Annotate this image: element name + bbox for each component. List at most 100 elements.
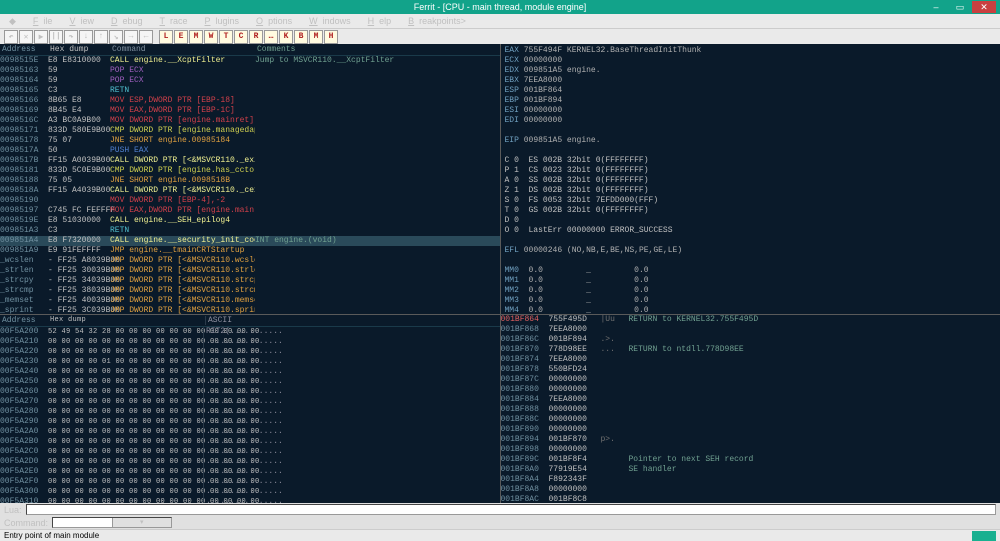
dump-row[interactable]: 00F5A20052 49 54 32 28 00 00 00 00 00 00… (0, 327, 500, 337)
toolbar-letter-…[interactable]: … (264, 30, 278, 44)
register-line[interactable] (505, 236, 997, 246)
dump-pane[interactable]: Address Hex dump ASCII 00F5A20052 49 54 … (0, 315, 500, 503)
stack-row[interactable]: 001BF870778D98EE...RETURN to ntdll.778D9… (501, 345, 1000, 355)
disasm-row[interactable]: _sprint- FF25 3C039B00JMP DWORD PTR [<&M… (0, 306, 500, 314)
stack-row[interactable]: 001BF894001BF870p>. (501, 435, 1000, 445)
disasm-row[interactable]: 0098518AFF15 A4039B00CALL DWORD PTR [<&M… (0, 186, 500, 196)
stack-row[interactable]: 001BF8A4F892343F (501, 475, 1000, 485)
disasm-row[interactable]: 00985171833D 580E9B00CMP DWORD PTR [engi… (0, 126, 500, 136)
menu-debug[interactable]: Debug (101, 15, 148, 27)
register-line[interactable]: C 0 ES 002B 32bit 0(FFFFFFFF) (505, 156, 997, 166)
toolbar-letter-e[interactable]: E (174, 30, 188, 44)
register-line[interactable]: EBX 7EEA8000 (505, 76, 997, 86)
stack-row[interactable]: 001BF86C001BF894.>. (501, 335, 1000, 345)
toolbar-letter-m[interactable]: M (309, 30, 323, 44)
stack-row[interactable]: 001BF8747EEA8000 (501, 355, 1000, 365)
register-line[interactable]: S 0 FS 0053 32bit 7EFDD000(FFF) (505, 196, 997, 206)
register-line[interactable]: P 1 CS 0023 32bit 0(FFFFFFFF) (505, 166, 997, 176)
dump-row[interactable]: 00F5A21000 00 00 00 00 00 00 00 00 00 00… (0, 337, 500, 347)
toolbar-btn[interactable]: ↑ (94, 30, 108, 44)
stack-pane[interactable]: 001BF864755F495D|UuRETURN to KERNEL32.75… (501, 315, 1000, 503)
dump-row[interactable]: 00F5A28000 00 00 00 00 00 00 00 00 00 00… (0, 407, 500, 417)
lua-input[interactable] (26, 504, 996, 515)
registers-pane[interactable]: EAX 755F494F KERNEL32.BaseThreadInitThun… (501, 44, 1000, 314)
toolbar-btn[interactable]: ▶ (34, 30, 48, 44)
menu-view[interactable]: View (59, 15, 99, 27)
dump-row[interactable]: 00F5A24000 00 00 00 00 00 00 00 00 00 00… (0, 367, 500, 377)
toolbar-letter-b[interactable]: B (294, 30, 308, 44)
close-button[interactable]: ✕ (972, 1, 996, 13)
disasm-row[interactable]: 0098516459POP ECX (0, 76, 500, 86)
disasm-row[interactable]: _strcmp- FF25 38039B00JMP DWORD PTR [<&M… (0, 286, 500, 296)
register-line[interactable] (505, 256, 997, 266)
stack-row[interactable]: 001BF8A077919E54SE handler (501, 465, 1000, 475)
toolbar-btn[interactable]: ↘ (109, 30, 123, 44)
register-line[interactable]: Z 1 DS 002B 32bit 0(FFFFFFFF) (505, 186, 997, 196)
dump-row[interactable]: 00F5A2F000 00 00 00 00 00 00 00 00 00 00… (0, 477, 500, 487)
register-line[interactable]: EDI 00000000 (505, 116, 997, 126)
disasm-row[interactable]: 0098517875 07JNE SHORT engine.00985184 (0, 136, 500, 146)
dump-row[interactable]: 00F5A31000 00 00 00 00 00 00 00 00 00 00… (0, 497, 500, 503)
disasm-row[interactable]: 009851668B65 E8MOV ESP,DWORD PTR [EBP-18… (0, 96, 500, 106)
register-line[interactable]: EDX 009851A5 engine. (505, 66, 997, 76)
toolbar-letter-c[interactable]: C (234, 30, 248, 44)
menu-trace[interactable]: Trace (150, 15, 193, 27)
register-line[interactable]: EFL 00000246 (NO,NB,E,BE,NS,PE,GE,LE) (505, 246, 997, 256)
toolbar-letter-t[interactable]: T (219, 30, 233, 44)
stack-row[interactable]: 001BF89800000000 (501, 445, 1000, 455)
disasm-row[interactable]: 009851A9E9 91FEFFFFJMP engine.__tmainCRT… (0, 246, 500, 256)
dump-row[interactable]: 00F5A26000 00 00 00 00 00 00 00 00 00 00… (0, 387, 500, 397)
register-line[interactable]: MM2 0.0 _ 0.0 (505, 286, 997, 296)
register-line[interactable]: T 0 GS 002B 32bit 0(FFFFFFFF) (505, 206, 997, 216)
toolbar-btn[interactable]: ✕ (19, 30, 33, 44)
disasm-row[interactable]: 0098519EE8 51030000CALL engine.__SEH_epi… (0, 216, 500, 226)
disasm-row[interactable]: _strcpy- FF25 34039B00JMP DWORD PTR [<&M… (0, 276, 500, 286)
dump-row[interactable]: 00F5A25000 00 00 00 00 00 00 00 00 00 00… (0, 377, 500, 387)
toolbar-letter-r[interactable]: R (249, 30, 263, 44)
minimize-button[interactable]: – (924, 1, 948, 13)
dump-row[interactable]: 00F5A2B000 00 00 00 00 00 00 00 00 00 00… (0, 437, 500, 447)
register-line[interactable]: MM4 0.0 _ 0.0 (505, 306, 997, 314)
disasm-row[interactable]: _wcslen- FF25 A8039B00JMP DWORD PTR [<&M… (0, 256, 500, 266)
menu-help[interactable]: Help (358, 15, 397, 27)
toolbar-btn[interactable]: ↓ (79, 30, 93, 44)
disasm-row[interactable]: 009851A3C3RETN (0, 226, 500, 236)
register-line[interactable] (505, 126, 997, 136)
disasm-row[interactable]: 0098517BFF15 A0039B00CALL DWORD PTR [<&M… (0, 156, 500, 166)
register-line[interactable]: EAX 755F494F KERNEL32.BaseThreadInitThun… (505, 46, 997, 56)
disassembly-pane[interactable]: Address Hex dump Command Comments 009851… (0, 44, 500, 314)
register-line[interactable]: MM3 0.0 _ 0.0 (505, 296, 997, 306)
stack-row[interactable]: 001BF88000000000 (501, 385, 1000, 395)
toolbar-btn[interactable]: || (49, 30, 63, 44)
stack-row[interactable]: 001BF89C001BF8F4Pointer to next SEH reco… (501, 455, 1000, 465)
disasm-row[interactable]: _strlen- FF25 30039B00JMP DWORD PTR [<&M… (0, 266, 500, 276)
disasm-row[interactable]: 0098518875 05JNE SHORT engine.0098518B (0, 176, 500, 186)
dump-row[interactable]: 00F5A22000 00 00 00 00 00 00 00 00 00 00… (0, 347, 500, 357)
disasm-row[interactable]: 0098516CA3 BC0A9B00MOV DWORD PTR [engine… (0, 116, 500, 126)
disasm-row[interactable]: _memset- FF25 40039B00JMP DWORD PTR [<&M… (0, 296, 500, 306)
register-line[interactable]: MM0 0.0 _ 0.0 (505, 266, 997, 276)
disasm-row[interactable]: 0098516359POP ECX (0, 66, 500, 76)
disasm-row[interactable]: 00985181833D 5C0E9B00CMP DWORD PTR [engi… (0, 166, 500, 176)
disasm-row[interactable]: 0098515EE8 E8310000CALL engine.__XcptFil… (0, 56, 500, 66)
stack-row[interactable]: 001BF8847EEA8000 (501, 395, 1000, 405)
stack-row[interactable]: 001BF87C00000000 (501, 375, 1000, 385)
resize-grip-icon[interactable] (972, 531, 996, 541)
register-line[interactable]: ESP 001BF864 (505, 86, 997, 96)
toolbar-btn[interactable]: → (124, 30, 138, 44)
dump-row[interactable]: 00F5A30000 00 00 00 00 00 00 00 00 00 00… (0, 487, 500, 497)
register-line[interactable]: MM1 0.0 _ 0.0 (505, 276, 997, 286)
stack-row[interactable]: 001BF89000000000 (501, 425, 1000, 435)
register-line[interactable]: D 0 (505, 216, 997, 226)
menu-plugins[interactable]: Plugins (195, 15, 245, 27)
stack-row[interactable]: 001BF8AC001BF8C8 (501, 495, 1000, 503)
stack-row[interactable]: 001BF88800000000 (501, 405, 1000, 415)
menu-file[interactable]: File (23, 15, 58, 27)
register-line[interactable]: A 0 SS 002B 32bit 0(FFFFFFFF) (505, 176, 997, 186)
chevron-down-icon[interactable]: ▾ (112, 518, 172, 527)
dump-row[interactable]: 00F5A29000 00 00 00 00 00 00 00 00 00 00… (0, 417, 500, 427)
register-line[interactable] (505, 146, 997, 156)
dump-row[interactable]: 00F5A23000 00 00 00 01 00 00 00 00 00 00… (0, 357, 500, 367)
stack-row[interactable]: 001BF878550BFD24 (501, 365, 1000, 375)
toolbar-btn[interactable]: ↷ (64, 30, 78, 44)
